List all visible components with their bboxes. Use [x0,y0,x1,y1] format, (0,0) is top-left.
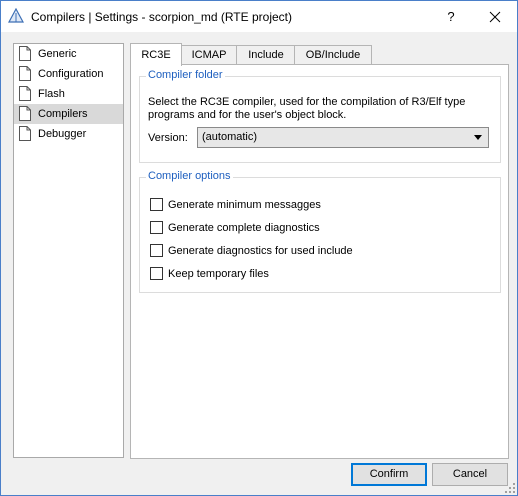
close-icon[interactable] [476,5,514,29]
resize-grip-icon[interactable] [504,482,516,494]
tab-icmap[interactable]: ICMAP [180,45,238,65]
sidebar-item-generic[interactable]: Generic [14,44,123,64]
sidebar-item-flash[interactable]: Flash [14,84,123,104]
document-icon [19,126,31,141]
compiler-folder-title: Compiler folder [146,69,225,81]
tab-panel-rc3e: Compiler folder Select the RC3E compiler… [130,64,509,459]
sidebar-item-configuration[interactable]: Configuration [14,64,123,84]
tab-rc3e[interactable]: RC3E [130,43,182,66]
sidebar-item-label: Debugger [38,128,87,140]
sidebar-item-label: Compilers [38,108,88,120]
document-icon [19,66,31,81]
compiler-folder-description: Select the RC3E compiler, used for the c… [148,96,466,121]
sidebar-item-label: Configuration [38,68,104,80]
sidebar-item-compilers[interactable]: Compilers [14,104,123,124]
document-icon [19,86,31,101]
version-dropdown[interactable]: (automatic) [197,127,489,148]
chevron-down-icon [474,135,482,140]
checkbox-label: Generate complete diagnostics [168,222,320,234]
app-icon [8,8,24,23]
checkbox[interactable] [150,198,163,211]
tab-ob-include[interactable]: OB/Include [294,45,372,65]
version-dropdown-value: (automatic) [202,131,258,143]
title-bar[interactable]: Compilers | Settings - scorpion_md (RTE … [1,1,517,32]
checkbox[interactable] [150,221,163,234]
cancel-button[interactable]: Cancel [432,463,508,486]
help-button[interactable]: ? [441,7,461,27]
checkbox-label: Keep temporary files [168,268,269,280]
tab-include[interactable]: Include [236,45,296,65]
checkbox-label: Generate diagnostics for used include [168,245,353,257]
checkbox[interactable] [150,244,163,257]
sidebar-item-debugger[interactable]: Debugger [14,124,123,144]
window-title: Compilers | Settings - scorpion_md (RTE … [31,10,292,24]
document-icon [19,106,31,121]
settings-dialog: Compilers | Settings - scorpion_md (RTE … [0,0,518,496]
version-label: Version: [148,132,188,144]
compiler-folder-group: Compiler folder Select the RC3E compiler… [139,69,501,163]
checkbox-label: Generate minimum messagges [168,199,321,211]
document-icon [19,46,31,61]
confirm-button[interactable]: Confirm [351,463,427,486]
compiler-options-group: Compiler options Generate minimum messag… [139,170,501,293]
checkbox[interactable] [150,267,163,280]
sidebar-item-label: Flash [38,88,65,100]
sidebar-item-label: Generic [38,48,77,60]
settings-category-list: Generic Configuration Flash Compilers De… [13,43,124,458]
compiler-options-title: Compiler options [146,170,233,182]
